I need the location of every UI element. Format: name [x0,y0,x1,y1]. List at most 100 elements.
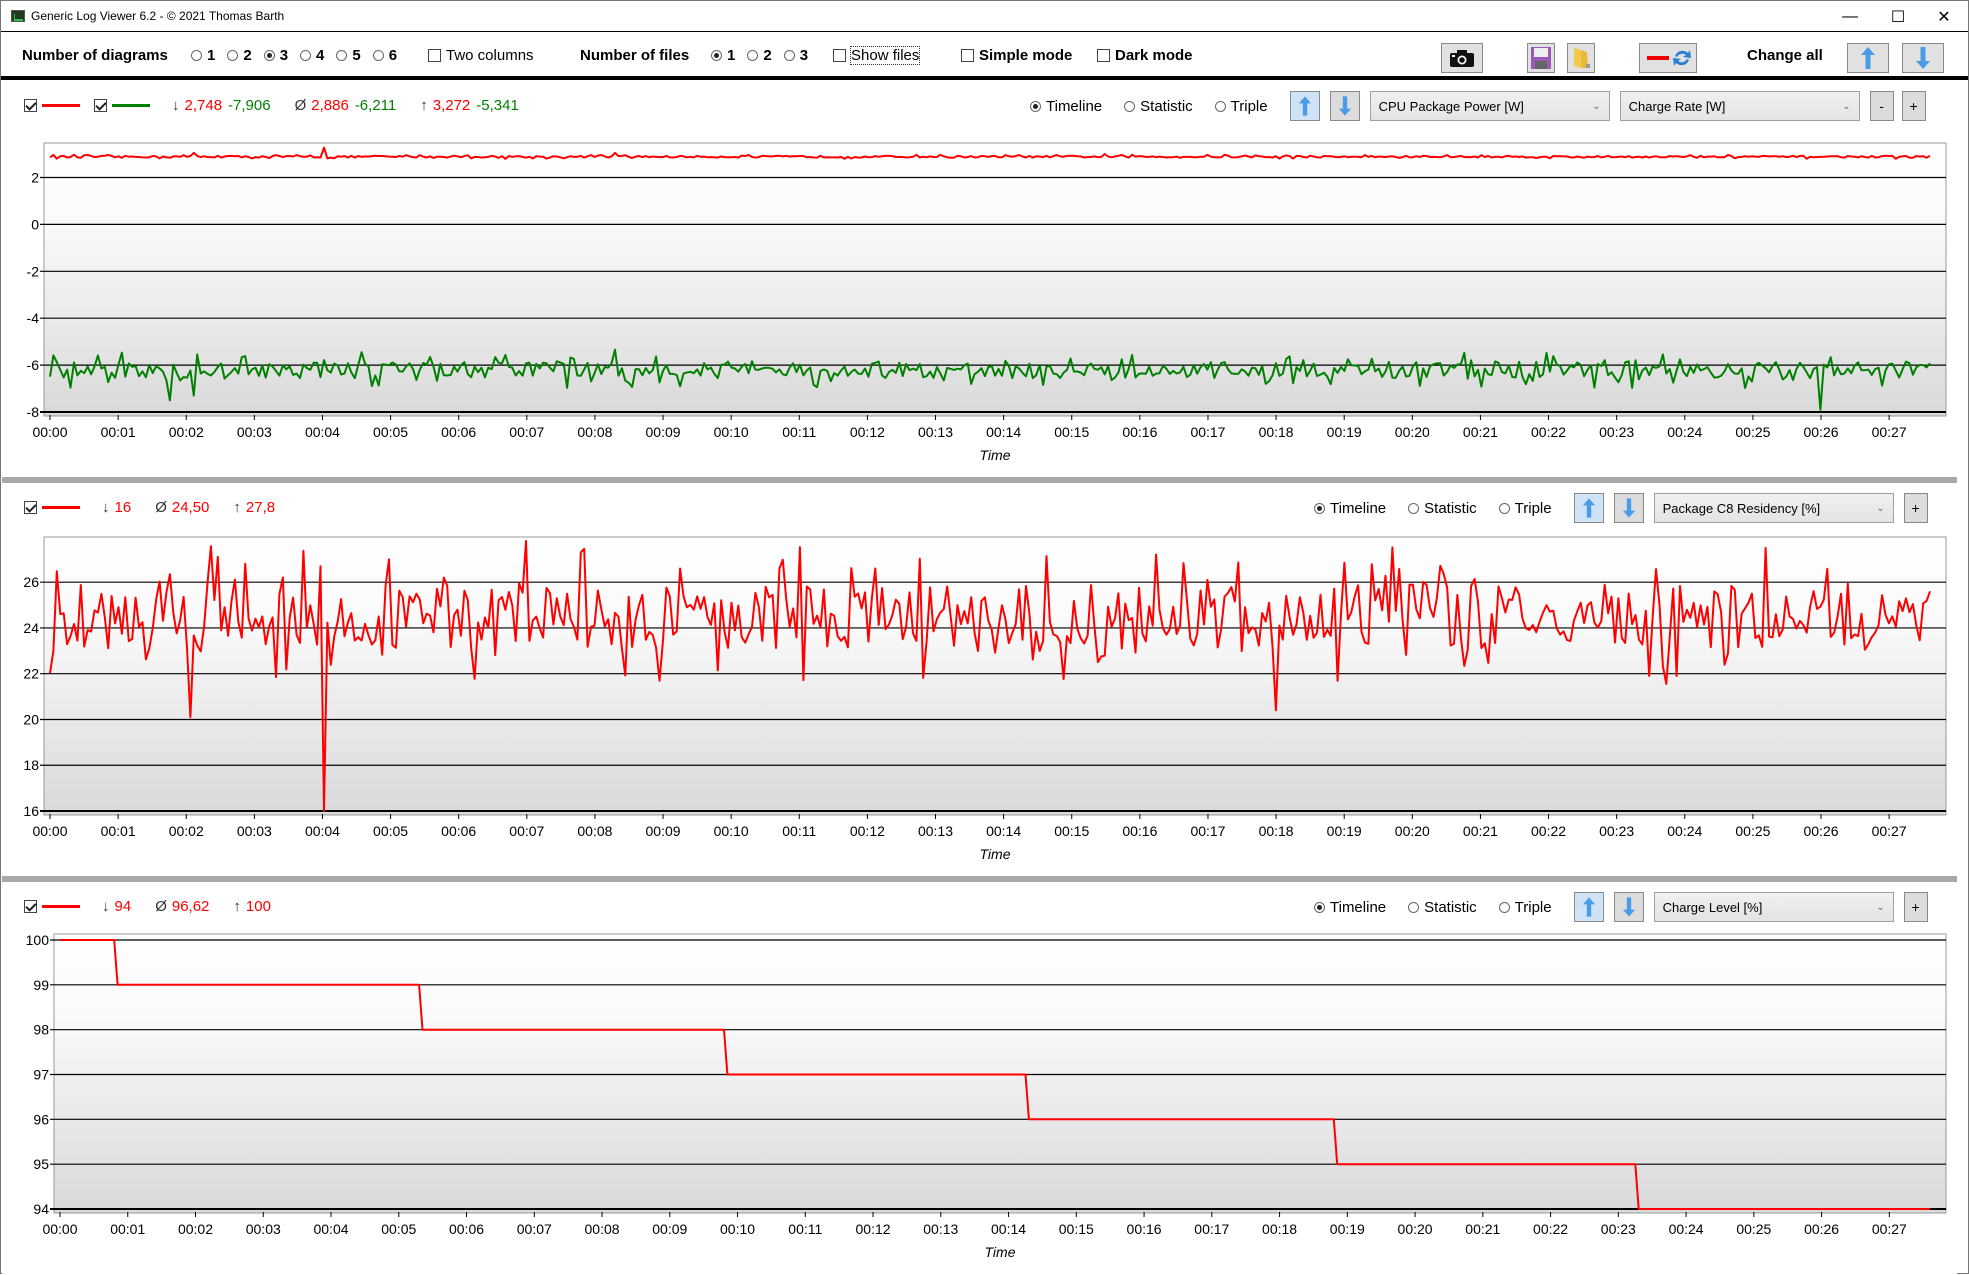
change-all-down-button[interactable] [1902,43,1944,73]
series-color-swatch[interactable] [42,104,80,107]
show-files-check[interactable] [833,49,846,62]
y-tick-label: 97 [33,1067,49,1083]
view-mode-timeline[interactable]: Timeline [1030,98,1102,115]
maximize-button[interactable]: ☐ [1875,1,1921,32]
x-tick-label: 00:26 [1803,823,1838,839]
radio-button[interactable] [1030,100,1041,112]
radio-button[interactable] [1408,901,1420,913]
radio-button[interactable] [227,50,239,61]
view-mode-label: Timeline [1330,898,1387,916]
move-panel-up-button[interactable] [1289,91,1320,121]
view-mode-statistic[interactable]: Statistic [1408,500,1477,517]
add-series-button[interactable]: + [1903,493,1928,523]
screenshot-button[interactable] [1441,43,1483,73]
series-color-swatch[interactable] [42,905,80,908]
x-tick-label: 00:16 [1122,424,1157,440]
diagrams-option-3[interactable]: 3 [263,47,288,64]
swap-colors-button[interactable] [1639,43,1697,73]
diagrams-option-6[interactable]: 6 [372,47,397,64]
x-tick-label: 00:18 [1262,1221,1297,1237]
radio-button[interactable] [783,50,795,61]
save-button[interactable] [1527,43,1555,73]
radio-button[interactable] [1314,901,1325,913]
x-tick-label: 00:27 [1872,424,1907,440]
radio-button[interactable] [336,50,348,61]
view-mode-statistic[interactable]: Statistic [1408,899,1477,916]
sensor-select-1[interactable]: CPU Package Power [W] ⌄ [1369,91,1610,121]
x-tick-label: 00:17 [1190,823,1225,839]
radio-button[interactable] [372,50,384,61]
view-mode-triple[interactable]: Triple [1498,500,1552,517]
view-mode-label: Triple [1230,97,1268,115]
move-panel-down-button[interactable] [1613,892,1644,922]
series-visibility-checkbox[interactable] [94,99,107,112]
move-panel-down-button[interactable] [1329,91,1360,121]
view-mode-timeline[interactable]: Timeline [1314,500,1386,517]
two-columns-check[interactable] [428,49,441,62]
arrow-up-icon [1582,498,1595,518]
y-tick-label: 18 [23,757,39,773]
files-option-label: 3 [799,47,809,64]
simple-mode-check[interactable] [961,49,974,62]
add-series-button[interactable]: + [1903,892,1928,922]
show-files-checkbox[interactable]: Show files [833,46,921,65]
x-tick-label: 00:01 [101,424,136,440]
y-tick-label: 95 [33,1156,49,1172]
radio-button[interactable] [1314,502,1325,514]
view-mode-timeline[interactable]: Timeline [1314,899,1386,916]
panel-controls: Timeline Statistic Triple Charge Level [%] ⌄… [1314,892,1936,922]
series-color-swatch[interactable] [42,506,80,509]
radio-button[interactable] [1498,901,1510,913]
two-columns-checkbox[interactable]: Two columns [428,47,534,64]
x-tick-label: 00:17 [1190,424,1225,440]
dark-mode-check[interactable] [1097,49,1110,62]
series-visibility-checkbox[interactable] [24,501,37,514]
diagrams-option-1[interactable]: 1 [191,47,215,64]
add-series-button[interactable]: + [1901,91,1926,121]
move-panel-up-button[interactable] [1573,892,1604,922]
y-tick-label: 22 [23,666,39,682]
radio-button[interactable] [747,50,759,61]
radio-button[interactable] [263,50,275,61]
move-panel-up-button[interactable] [1573,493,1604,523]
radio-button[interactable] [1124,100,1136,112]
change-all-up-button[interactable] [1847,43,1889,73]
dark-mode-checkbox[interactable]: Dark mode [1097,47,1193,64]
diagrams-option-5[interactable]: 5 [336,47,361,64]
diagram-count-options: 1 2 3 4 5 6 [191,47,409,64]
y-tick-label: 99 [33,977,49,993]
sensor-select-1[interactable]: Charge Level [%] ⌄ [1653,892,1894,922]
radio-button[interactable] [711,50,722,61]
files-option-3[interactable]: 3 [783,47,809,64]
radio-button[interactable] [1408,502,1420,514]
radio-button[interactable] [300,50,312,61]
series-color-swatch[interactable] [112,104,150,107]
chart-1: 2 0 -2 -4 -6 -8 00:00 00:01 00:02 00:03 00:04 00:05… [27,142,1947,463]
remove-series-button[interactable]: - [1869,91,1894,121]
maximize-icon: ☐ [1890,8,1906,26]
max-stat: ↑ 100 [233,898,277,915]
open-button[interactable] [1567,43,1595,73]
move-panel-down-button[interactable] [1613,493,1644,523]
arrow-down-icon [1622,498,1635,518]
view-mode-triple[interactable]: Triple [1214,97,1268,115]
diagrams-option-4[interactable]: 4 [300,47,324,64]
min-stat: ↓ 94 [102,898,137,915]
series-visibility-checkbox[interactable] [24,900,37,913]
max-stat: ↑ 27,8 [233,499,281,516]
radio-button[interactable] [1498,502,1510,514]
series-visibility-checkbox[interactable] [24,99,37,112]
simple-mode-checkbox[interactable]: Simple mode [961,47,1072,64]
view-mode-statistic[interactable]: Statistic [1124,98,1193,115]
files-option-1[interactable]: 1 [711,47,735,64]
close-button[interactable]: ✕ [1921,1,1967,32]
files-option-label: 2 [763,47,772,64]
sensor-select-2[interactable]: Charge Rate [W] ⌄ [1619,91,1860,121]
radio-button[interactable] [191,50,202,61]
files-option-2[interactable]: 2 [747,47,772,64]
diagrams-option-2[interactable]: 2 [227,47,252,64]
sensor-select-1[interactable]: Package C8 Residency [%] ⌄ [1653,493,1894,523]
minimize-button[interactable]: — [1827,1,1873,32]
view-mode-triple[interactable]: Triple [1498,899,1552,916]
radio-button[interactable] [1214,100,1226,112]
